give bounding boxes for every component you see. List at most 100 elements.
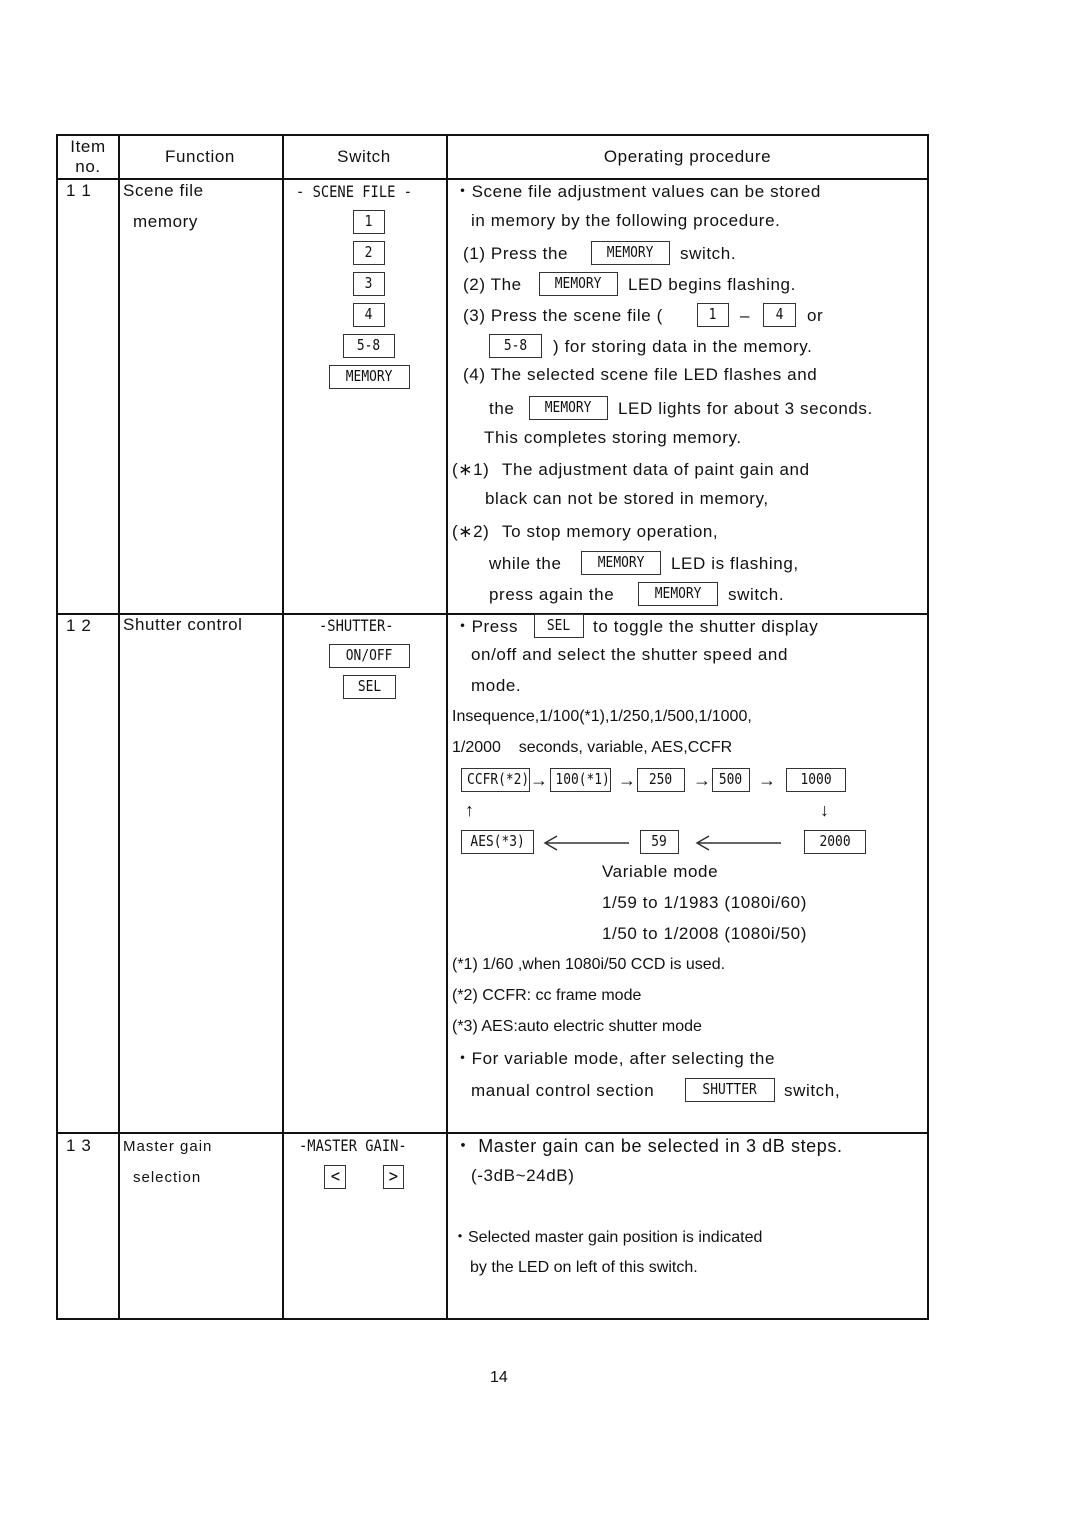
memory-key-ref: MEMORY: [591, 241, 670, 265]
note-mark: (∗2): [452, 522, 490, 541]
arrow-down-icon: ↓: [820, 800, 829, 820]
scene-file-4-key[interactable]: 4: [353, 303, 385, 327]
procedure-text: switch.: [680, 244, 737, 263]
scene-file-3-key[interactable]: 3: [353, 272, 385, 296]
flow-500: 500: [712, 768, 750, 792]
memory-key-ref: MEMORY: [581, 551, 661, 575]
function-name: Shutter control: [123, 615, 243, 634]
scene-file-5-8-key-ref: 5-8: [489, 334, 542, 358]
arrow-right-icon: →: [618, 770, 636, 790]
note-text: switch.: [728, 585, 785, 604]
flow-250: 250: [637, 768, 685, 792]
column-divider: [446, 136, 448, 1318]
footnote: (*2) CCFR: cc frame mode: [452, 987, 642, 1004]
procedure-text: on/off and select the shutter speed and: [471, 645, 789, 664]
procedure-step-1: (1) Press the: [463, 244, 569, 263]
row-divider: [58, 178, 927, 180]
header-function: Function: [164, 147, 235, 166]
header-item-no: Item no.: [60, 137, 116, 177]
procedure-text: ・For variable mode, after selecting the: [454, 1049, 776, 1068]
item-number: 1 2: [66, 616, 92, 635]
flow-ccfr: CCFR(*2): [461, 768, 530, 792]
procedure-text: ) for storing data in the memory.: [553, 337, 813, 356]
variable-mode-title: Variable mode: [602, 862, 719, 881]
arrow-right-icon: →: [530, 770, 548, 790]
shutter-key-ref: SHUTTER: [685, 1078, 775, 1102]
note-text: The adjustment data of paint gain and: [502, 460, 810, 479]
variable-range: 1/59 to 1/1983 (1080i/60): [602, 893, 807, 912]
procedure-text: by the LED on left of this switch.: [470, 1259, 698, 1276]
function-name: memory: [133, 212, 198, 231]
procedure-text: (-3dB~24dB): [471, 1166, 575, 1185]
procedure-text: switch,: [784, 1081, 841, 1100]
gain-down-key[interactable]: <: [324, 1165, 346, 1189]
arrow-left-icon: [543, 835, 629, 851]
procedure-text: LED lights for about 3 seconds.: [618, 399, 873, 418]
procedure-text: ・ Master gain can be selected in 3 dB st…: [454, 1136, 843, 1156]
shutter-on-off-key[interactable]: ON/OFF: [329, 644, 410, 668]
footnote: (*1) 1/60 ,when 1080i/50 CCD is used.: [452, 956, 726, 973]
procedure-text: the: [489, 399, 515, 418]
variable-range: 1/50 to 1/2008 (1080i/50): [602, 924, 807, 943]
note-text: LED is flashing,: [671, 554, 799, 573]
procedure-text: This completes storing memory.: [484, 428, 742, 447]
procedure-text: or: [807, 306, 824, 325]
arrow-right-icon: →: [758, 770, 776, 790]
procedure-text: in memory by the following procedure.: [471, 211, 781, 230]
header-switch: Switch: [337, 147, 391, 166]
row-divider: [58, 1132, 927, 1134]
procedure-text: ・Selected master gain position is indica…: [452, 1229, 763, 1246]
arrow-right-icon: →: [693, 770, 711, 790]
arrow-left-icon: [695, 835, 781, 851]
scene-file-1-key-ref: 1: [697, 303, 729, 327]
procedure-step-3: (3) Press the scene file (: [463, 306, 663, 325]
procedure-text: LED begins flashing.: [628, 275, 796, 294]
procedure-text: manual control section: [471, 1081, 655, 1100]
scene-file-4-key-ref: 4: [763, 303, 796, 327]
memory-key-ref: MEMORY: [529, 396, 608, 420]
note-mark: (∗1): [452, 460, 490, 479]
scene-file-1-key[interactable]: 1: [353, 210, 385, 234]
flow-2000: 2000: [804, 830, 866, 854]
note-text: press again the: [489, 585, 615, 604]
procedure-step-4: (4) The selected scene file LED flashes …: [463, 365, 818, 384]
note-text: black can not be stored in memory,: [485, 489, 769, 508]
memory-key-ref: MEMORY: [638, 582, 718, 606]
note-text: while the: [489, 554, 562, 573]
switch-group-title: -MASTER GAIN-: [299, 1136, 407, 1155]
note-text: To stop memory operation,: [502, 522, 719, 541]
item-number: 1 3: [66, 1136, 92, 1155]
column-divider: [118, 136, 120, 1318]
arrow-up-icon: ↑: [465, 800, 474, 820]
procedure-text: ・Scene file adjustment values can be sto…: [454, 182, 821, 201]
function-name: selection: [133, 1169, 202, 1186]
page-number: 14: [490, 1369, 508, 1386]
header-item-label: Item: [70, 137, 106, 156]
flow-aes: AES(*3): [461, 830, 534, 854]
header-procedure: Operating procedure: [603, 147, 772, 166]
function-name: Scene file: [123, 181, 204, 200]
dash: –: [740, 306, 751, 325]
gain-up-key[interactable]: >: [383, 1165, 404, 1189]
sequence-text: Insequence,1/100(*1),1/250,1/500,1/1000,: [452, 708, 752, 725]
scene-file-2-key[interactable]: 2: [353, 241, 385, 265]
memory-key[interactable]: MEMORY: [329, 365, 410, 389]
flow-1000: 1000: [786, 768, 846, 792]
sequence-text: 1/2000 seconds, variable, AES,CCFR: [452, 739, 733, 756]
header-no-label: no.: [75, 157, 101, 176]
shutter-sel-key[interactable]: SEL: [343, 675, 396, 699]
procedure-text: to toggle the shutter display: [593, 617, 819, 636]
switch-group-title: -SHUTTER-: [319, 616, 394, 635]
function-name: Master gain: [123, 1138, 213, 1155]
memory-key-ref: MEMORY: [539, 272, 618, 296]
scene-file-5-8-key[interactable]: 5-8: [343, 334, 395, 358]
footnote: (*3) AES:auto electric shutter mode: [452, 1018, 702, 1035]
flow-100: 100(*1): [550, 768, 611, 792]
item-number: 1 1: [66, 181, 92, 200]
flow-59: 59: [640, 830, 679, 854]
procedure-text: ・Press: [454, 617, 519, 636]
switch-group-title: - SCENE FILE -: [296, 182, 412, 201]
procedure-text: mode.: [471, 676, 522, 695]
procedure-step-2: (2) The: [463, 275, 522, 294]
column-divider: [282, 136, 284, 1318]
